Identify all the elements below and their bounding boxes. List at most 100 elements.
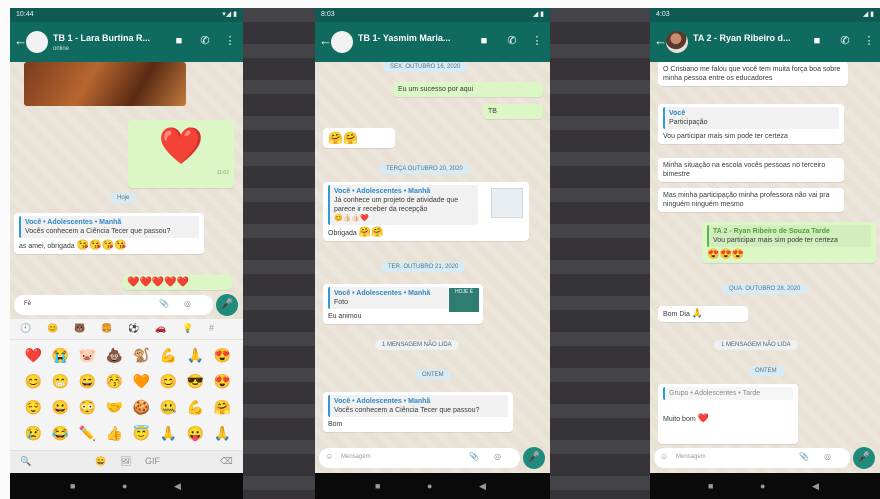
- sticker-icon[interactable]: 🖼: [120, 456, 131, 467]
- search-icon[interactable]: 🔍: [20, 456, 31, 467]
- contact-name[interactable]: TB 1 - Lara Burtina R...: [53, 33, 150, 43]
- message-input[interactable]: Fé 📎 ◎: [14, 295, 213, 315]
- emoji-key[interactable]: 🙏: [155, 422, 182, 448]
- emoji-key[interactable]: 🙏: [209, 422, 236, 448]
- more-options-icon[interactable]: ⋮: [862, 33, 876, 49]
- more-options-icon[interactable]: ⋮: [223, 33, 237, 49]
- phone-screen-1: 10:44 ▾◢ ▮ ← TB 1 - Lara Burtina R... on…: [10, 8, 243, 499]
- emoji-key[interactable]: 🐒: [128, 344, 155, 370]
- message-input-placeholder: Mensagem: [676, 454, 706, 460]
- emoji-key[interactable]: 😳: [74, 396, 101, 422]
- quoted-message[interactable]: Você Participação: [663, 107, 839, 129]
- sticker-thumbnail[interactable]: HOJE É: [449, 288, 479, 312]
- reply-message: Você Participação Vou participar mais si…: [658, 104, 844, 144]
- emoji-key[interactable]: 😢: [20, 422, 47, 448]
- emoji-key[interactable]: 🤗: [209, 396, 236, 422]
- avatar[interactable]: [26, 31, 48, 53]
- activity-tab-icon[interactable]: ⚽: [128, 323, 139, 334]
- quoted-message[interactable]: Você • Adolescentes • Manhã Vocês conhec…: [19, 216, 199, 238]
- emoji-icon[interactable]: 😀: [95, 456, 106, 467]
- quoted-message[interactable]: Você • Adolescentes • Manhã Vocês conhec…: [328, 395, 508, 417]
- emoji-key[interactable]: 😚: [101, 370, 128, 396]
- keyboard-bar: 🔍 😀 🖼 GIF ⌫: [10, 450, 243, 473]
- image-message[interactable]: [24, 62, 186, 106]
- recents-icon[interactable]: ■: [70, 481, 75, 491]
- camera-icon[interactable]: ◎: [184, 299, 191, 308]
- emoji-key[interactable]: 🍪: [128, 396, 155, 422]
- voice-call-icon[interactable]: ✆: [198, 33, 212, 49]
- emoji-key[interactable]: 👍: [101, 422, 128, 448]
- camera-icon[interactable]: ◎: [494, 452, 501, 461]
- emoji-key[interactable]: 😀: [47, 396, 74, 422]
- recents-icon[interactable]: ■: [375, 481, 380, 491]
- emoji-key[interactable]: 😍: [209, 370, 236, 396]
- home-icon[interactable]: ●: [122, 481, 127, 491]
- video-call-icon[interactable]: ■: [172, 33, 186, 49]
- emoji-key[interactable]: 😎: [182, 370, 209, 396]
- attach-icon[interactable]: 📎: [159, 299, 169, 308]
- emoji-key[interactable]: 💪: [182, 396, 209, 422]
- mic-button[interactable]: 🎤: [523, 447, 545, 469]
- message-input[interactable]: Mensagem ☺ 📎 ◎: [319, 448, 520, 468]
- nav-back-icon[interactable]: ◀: [479, 481, 486, 491]
- emoji-key[interactable]: 💪: [155, 344, 182, 370]
- home-icon[interactable]: ●: [760, 481, 765, 491]
- nav-back-icon[interactable]: ◀: [174, 481, 181, 491]
- emoji-key[interactable]: 💩: [101, 344, 128, 370]
- avatar[interactable]: [666, 31, 688, 53]
- emoji-key[interactable]: 🙏: [182, 344, 209, 370]
- android-nav-bar: ■ ● ◀: [650, 473, 880, 499]
- quote-emojis: 😊👍🏻👍🏻❤️: [334, 215, 369, 222]
- nav-back-icon[interactable]: ◀: [812, 481, 819, 491]
- emoji-key[interactable]: 😛: [182, 422, 209, 448]
- more-options-icon[interactable]: ⋮: [530, 33, 544, 49]
- emoji-key[interactable]: ✏️: [74, 422, 101, 448]
- quoted-message[interactable]: Grupo • Adolescentes • Tarde: [663, 387, 793, 400]
- symbols-tab-icon[interactable]: #: [209, 323, 214, 333]
- voice-call-icon[interactable]: ✆: [838, 33, 852, 49]
- emoji-key[interactable]: 😇: [128, 422, 155, 448]
- emoji-key[interactable]: 🤐: [155, 396, 182, 422]
- backspace-icon[interactable]: ⌫: [220, 456, 233, 467]
- video-call-icon[interactable]: ■: [477, 33, 491, 49]
- contact-name[interactable]: TB 1- Yasmim Maria...: [358, 33, 450, 43]
- avatar[interactable]: [331, 31, 353, 53]
- recents-icon[interactable]: ■: [708, 481, 713, 491]
- emoji-key[interactable]: 😭: [47, 344, 74, 370]
- quoted-message[interactable]: TA 2 - Ryan Ribeiro de Souza Tarde Vou p…: [707, 225, 871, 247]
- food-tab-icon[interactable]: 🍔: [101, 323, 112, 334]
- emoji-key[interactable]: 🧡: [128, 370, 155, 396]
- emoji-key[interactable]: 😁: [47, 370, 74, 396]
- contact-name[interactable]: TA 2 - Ryan Ribeiro d...: [693, 33, 791, 43]
- travel-tab-icon[interactable]: 🚗: [155, 323, 166, 334]
- mic-button[interactable]: 🎤: [216, 294, 238, 316]
- emoji-key[interactable]: ❤️: [20, 344, 47, 370]
- attach-icon[interactable]: 📎: [799, 452, 809, 461]
- emoji-key[interactable]: 🐷: [74, 344, 101, 370]
- home-icon[interactable]: ●: [427, 481, 432, 491]
- smileys-tab-icon[interactable]: 😊: [47, 323, 58, 334]
- emoji-key[interactable]: 😂: [47, 422, 74, 448]
- voice-call-icon[interactable]: ✆: [505, 33, 519, 49]
- emoji-key[interactable]: 🤝: [101, 396, 128, 422]
- emoji-key[interactable]: 😊: [20, 370, 47, 396]
- emoji-icon[interactable]: ☺: [660, 452, 668, 461]
- quoted-message[interactable]: Você • Adolescentes • Manhã Já conhece u…: [328, 185, 478, 225]
- recent-tab-icon[interactable]: 🕘: [20, 323, 31, 334]
- emoji-key[interactable]: 😍: [209, 344, 236, 370]
- emoji-key[interactable]: 😌: [20, 396, 47, 422]
- gif-icon[interactable]: GIF: [145, 456, 160, 466]
- objects-tab-icon[interactable]: 💡: [182, 323, 193, 334]
- message-input[interactable]: Mensagem ☺ 📎 ◎: [654, 448, 850, 468]
- video-call-icon[interactable]: ■: [810, 33, 824, 49]
- emoji-key[interactable]: 😄: [74, 370, 101, 396]
- quote-thumbnail[interactable]: [491, 188, 523, 218]
- animals-tab-icon[interactable]: 🐻: [74, 323, 85, 334]
- emoji-key[interactable]: 😊: [155, 370, 182, 396]
- quoted-message[interactable]: Você • Adolescentes • Manhã Foto: [328, 287, 448, 309]
- camera-icon[interactable]: ◎: [824, 452, 831, 461]
- emoji-icon[interactable]: ☺: [325, 452, 333, 461]
- attach-icon[interactable]: 📎: [469, 452, 479, 461]
- incoming-message: O Cristiano me falou que você tem muita …: [658, 62, 848, 86]
- mic-button[interactable]: 🎤: [853, 447, 875, 469]
